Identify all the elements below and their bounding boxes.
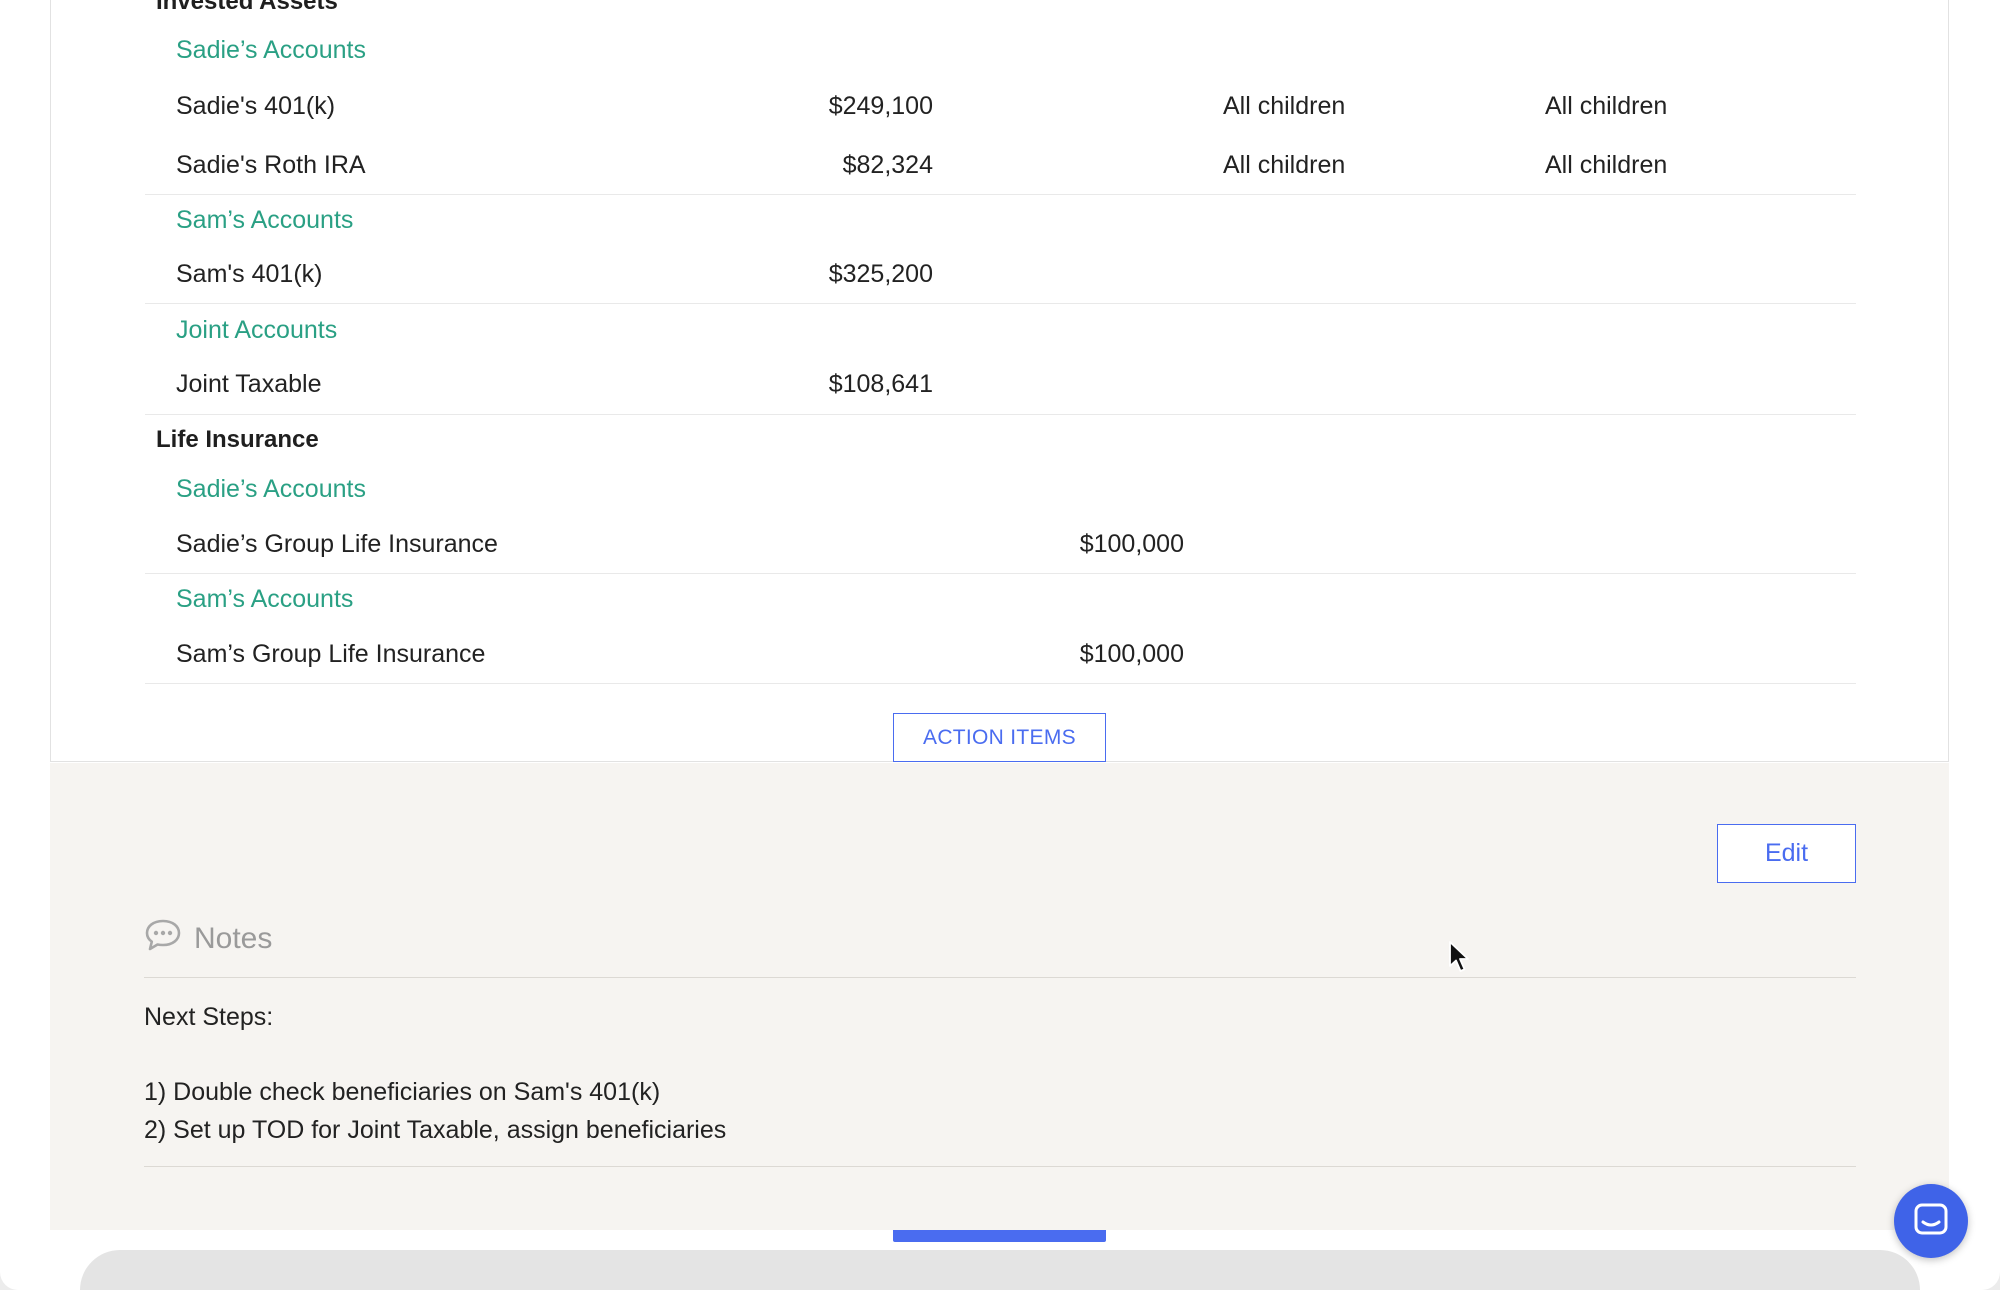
page-base [80,1250,1920,1290]
notes-title: Notes [194,922,273,955]
messenger-icon [1914,1203,1948,1235]
chat-bubble-icon [144,918,182,952]
section-title-invested-assets: Invested Assets [156,0,338,15]
mouse-pointer-icon [1448,940,1470,979]
edit-notes-button[interactable]: Edit [1717,824,1856,883]
account-name: Sadie's 401(k) [176,92,336,120]
primary-beneficiary: All children [1223,92,1346,120]
group-title-sam-accounts: Sam’s Accounts [176,206,354,234]
row-divider [145,414,1856,415]
notes-bottom-divider [144,1166,1856,1167]
policy-name: Sadie’s Group Life Insurance [176,530,498,558]
row-divider [145,683,1856,684]
group-title-joint-accounts: Joint Accounts [176,316,338,344]
notes-panel [50,763,1949,1230]
row-divider [145,194,1856,195]
chat-launcher-button[interactable] [1894,1184,1968,1258]
action-items-button[interactable]: ACTION ITEMS [893,713,1106,762]
policy-value: $100,000 [1079,530,1184,558]
note-line: Next Steps: [144,1003,274,1031]
contingent-beneficiary: All children [1545,92,1668,120]
bottom-tab-indicator [893,1230,1106,1242]
group-title-sadie-accounts: Sadie’s Accounts [176,36,366,64]
policy-value: $100,000 [1079,640,1184,668]
group-title-sam-accounts: Sam’s Accounts [176,585,354,613]
primary-beneficiary: All children [1223,151,1346,179]
notes-divider [144,977,1856,978]
group-title-sadie-accounts: Sadie’s Accounts [176,475,366,503]
account-value: $82,324 [842,151,933,179]
app-frame: Invested Assets Sadie’s Accounts Sadie's… [0,0,2000,1290]
section-title-life-insurance: Life Insurance [156,426,319,453]
account-value: $249,100 [828,92,933,120]
row-divider [145,303,1856,304]
contingent-beneficiary: All children [1545,151,1668,179]
note-line: 1) Double check beneficiaries on Sam's 4… [144,1078,661,1106]
account-value: $325,200 [828,260,933,288]
account-name: Joint Taxable [176,370,322,398]
account-value: $108,641 [828,370,933,398]
row-divider [145,573,1856,574]
account-name: Sam's 401(k) [176,260,323,288]
account-name: Sadie's Roth IRA [176,151,366,179]
policy-name: Sam’s Group Life Insurance [176,640,486,668]
note-line: 2) Set up TOD for Joint Taxable, assign … [144,1116,727,1144]
